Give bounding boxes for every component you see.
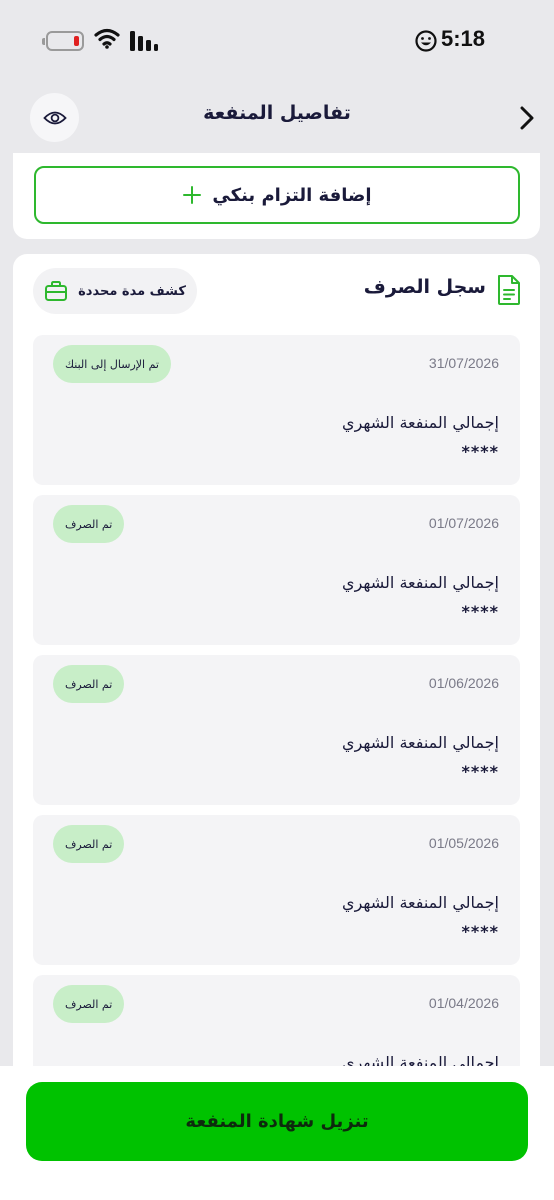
- payment-list: 31/07/2026 تم الإرسال إلى البنك إجمالي ا…: [33, 335, 520, 1084]
- entry-date: 01/06/2026: [428, 675, 499, 691]
- download-certificate-button[interactable]: تنزيل شهادة المنفعة: [26, 1082, 528, 1161]
- entry-label: إجمالي المنفعة الشهري: [342, 893, 499, 912]
- entry-date: 01/04/2026: [428, 995, 499, 1011]
- chevron-right-icon: [520, 106, 534, 130]
- payment-entry[interactable]: 31/07/2026 تم الإرسال إلى البنك إجمالي ا…: [33, 335, 520, 485]
- briefcase-icon: [45, 281, 68, 301]
- document-icon: [498, 275, 520, 305]
- download-certificate-label: تنزيل شهادة المنفعة: [185, 1111, 369, 1132]
- period-statement-label: كشف مدة محددة: [78, 283, 186, 299]
- signal-icon: [130, 31, 158, 51]
- payment-history-card: سجل الصرف كشف مدة محددة 31/07/2026 تم ال…: [13, 254, 540, 1084]
- add-bank-commitment-label: إضافة التزام بنكي: [212, 184, 372, 206]
- add-bank-commitment-button[interactable]: إضافة التزام بنكي: [34, 166, 520, 224]
- status-time: 5:18: [441, 26, 486, 51]
- entry-date: 01/07/2026: [428, 515, 499, 531]
- entry-label: إجمالي المنفعة الشهري: [342, 733, 499, 752]
- entry-label: إجمالي المنفعة الشهري: [342, 413, 499, 432]
- status-bar: 5:18: [0, 0, 554, 84]
- entry-label: إجمالي المنفعة الشهري: [342, 573, 499, 592]
- entry-amount: ****: [461, 922, 499, 941]
- status-badge: تم الصرف: [53, 505, 125, 543]
- payment-entry[interactable]: 01/07/2026 تم الصرف إجمالي المنفعة الشهر…: [33, 495, 520, 645]
- entry-date: 31/07/2026: [428, 355, 499, 371]
- payment-entry[interactable]: 01/05/2026 تم الصرف إجمالي المنفعة الشهر…: [33, 815, 520, 965]
- entry-amount: ****: [461, 442, 499, 461]
- smiley-icon: [415, 30, 437, 52]
- status-badge: تم الصرف: [53, 665, 125, 703]
- entry-amount: ****: [461, 762, 499, 781]
- entry-date: 01/05/2026: [428, 835, 499, 851]
- bottom-action-bar: تنزيل شهادة المنفعة: [0, 1066, 554, 1200]
- status-badge: تم الإرسال إلى البنك: [53, 345, 171, 383]
- wifi-icon: [94, 28, 120, 49]
- entry-amount: ****: [461, 602, 499, 621]
- period-statement-button[interactable]: كشف مدة محددة: [33, 268, 197, 314]
- plus-icon: [183, 186, 202, 204]
- page-title: تفاصيل المنفعة: [203, 102, 351, 124]
- battery-low-icon: [42, 31, 84, 51]
- status-badge: تم الصرف: [53, 825, 125, 863]
- header: تفاصيل المنفعة: [0, 84, 554, 150]
- back-button[interactable]: [513, 104, 541, 132]
- commitments-card: إضافة التزام بنكي: [13, 153, 540, 239]
- status-badge: تم الصرف: [53, 985, 125, 1023]
- section-title: سجل الصرف: [363, 276, 486, 298]
- payment-entry[interactable]: 01/06/2026 تم الصرف إجمالي المنفعة الشهر…: [33, 655, 520, 805]
